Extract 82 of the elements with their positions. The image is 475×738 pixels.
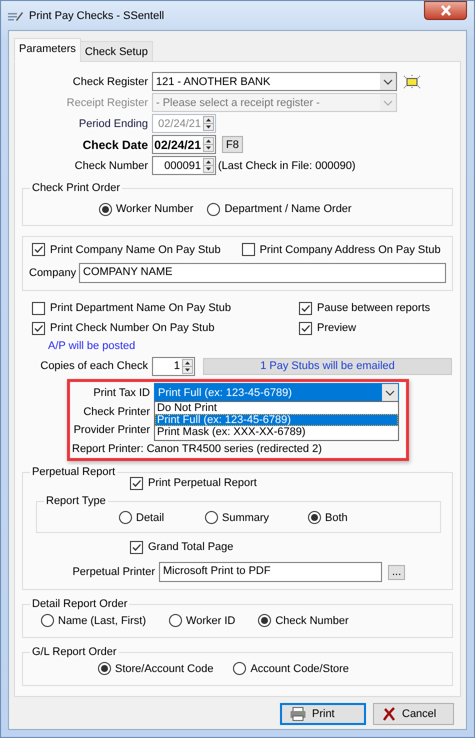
checkbox[interactable]	[32, 243, 45, 256]
spinner-icon[interactable]	[203, 116, 214, 131]
group-title: Detail Report Order	[30, 597, 130, 612]
radio-button[interactable]	[308, 511, 321, 524]
field-label: Perpetual Printer	[71, 566, 155, 578]
radio-label[interactable]: Store/Account Code	[115, 662, 214, 674]
radio-button[interactable]	[99, 202, 112, 216]
radio-label[interactable]: Detail	[136, 512, 164, 524]
field-label: Check Date	[82, 138, 148, 152]
checkbox-label[interactable]: Print Check Number On Pay Stub	[50, 322, 214, 334]
cancel-button[interactable]: Cancel	[373, 703, 454, 725]
tab[interactable]: Check Setup	[80, 41, 153, 62]
dropdown-field[interactable]: Print Full (ex: 123-45-6789)	[154, 383, 399, 402]
checkbox[interactable]	[32, 302, 45, 314]
checkbox-label[interactable]: Print Department Name On Pay Stub	[50, 302, 231, 314]
radio-label[interactable]: Check Number	[275, 614, 349, 626]
dropdown-option[interactable]: Print Full (ex: 123-45-6789)	[155, 414, 398, 426]
field-label: Check Printer	[82, 406, 150, 418]
posting-note: A/P will be posted	[48, 340, 136, 354]
radio-button[interactable]	[169, 614, 182, 627]
checkbox-label[interactable]: Print Company Name On Pay Stub	[50, 244, 221, 256]
field-label: Company	[29, 267, 75, 279]
report-printer-text: Report Printer: Canon TR4500 series (redirected 2)	[72, 443, 323, 457]
field-label: Receipt Register	[66, 96, 148, 108]
shortcut-button[interactable]: F8	[222, 136, 243, 153]
checkbox[interactable]	[299, 302, 312, 314]
radio-label[interactable]: Department / Name Order	[224, 203, 352, 215]
close-button[interactable]	[424, 1, 467, 20]
browse-button[interactable]: ...	[388, 564, 406, 580]
field-label: Check Number	[74, 160, 148, 172]
tab[interactable]: Parameters	[14, 38, 81, 62]
close-icon	[382, 707, 396, 721]
checkbox-label[interactable]: Pause between reports	[317, 302, 430, 314]
company-field[interactable]: COMPANY NAME	[79, 263, 446, 283]
checkbox[interactable]	[32, 322, 45, 334]
field-label: Copies of each Check	[39, 360, 148, 372]
form-pen-icon	[8, 10, 23, 22]
print-button[interactable]: Print	[280, 703, 366, 725]
checkbox[interactable]	[130, 476, 143, 490]
radio-button[interactable]	[207, 202, 220, 216]
field-label: Provider Printer	[72, 424, 150, 436]
radio-button[interactable]	[119, 511, 132, 524]
last-check-note: (Last Check in File: 000090)	[218, 160, 356, 172]
radio-label[interactable]: Name (Last, First)	[58, 614, 146, 626]
printer-icon	[290, 707, 306, 721]
checkbox[interactable]	[299, 322, 312, 334]
radio-label[interactable]: Account Code/Store	[250, 662, 349, 674]
spinner-icon[interactable]	[203, 158, 214, 173]
window-title: Print Pay Checks - SSentell	[29, 10, 164, 22]
group-title: Perpetual Report	[30, 465, 118, 480]
radio-label[interactable]: Summary	[222, 512, 270, 524]
checkbox-label[interactable]: Grand Total Page	[148, 541, 234, 553]
close-icon	[440, 5, 452, 16]
group-title: Report Type	[44, 494, 108, 509]
spinner-icon[interactable]	[203, 137, 214, 152]
dropdown-field[interactable]: 121 - ANOTHER BANK	[152, 72, 397, 91]
field-label: Check Register	[72, 76, 148, 88]
email-status-bar: 1 Pay Stubs will be emailed	[203, 358, 452, 374]
radio-button[interactable]	[233, 662, 246, 675]
spinner-icon[interactable]	[182, 358, 193, 374]
dropdown-option[interactable]: Do Not Print	[155, 402, 398, 414]
radio-button[interactable]	[258, 614, 272, 627]
radio-button[interactable]	[205, 511, 218, 524]
radio-button[interactable]	[41, 614, 54, 627]
radio-button[interactable]	[98, 662, 111, 675]
spin-field[interactable]: 000091	[152, 156, 216, 175]
group-title: G/L Report Order	[30, 645, 119, 660]
printer-field[interactable]: Microsoft Print to PDF	[159, 562, 382, 582]
checkbox[interactable]	[242, 243, 255, 256]
spin-field[interactable]: 02/24/21	[152, 135, 216, 154]
field-label: Period Ending	[78, 118, 148, 130]
dropdown-option[interactable]: Print Mask (ex: XXX-XX-6789)	[155, 426, 398, 438]
radio-label[interactable]: Both	[325, 512, 348, 524]
checkbox[interactable]	[130, 540, 143, 554]
field-label: Print Tax ID	[92, 386, 150, 398]
square-burst-icon[interactable]	[404, 74, 420, 88]
checkbox-label[interactable]: Print Company Address On Pay Stub	[260, 244, 441, 256]
spin-field[interactable]: 1	[152, 356, 195, 376]
checkbox-label[interactable]: Print Perpetual Report	[148, 477, 257, 489]
radio-label[interactable]: Worker ID	[186, 614, 236, 626]
radio-label[interactable]: Worker Number	[116, 203, 194, 215]
checkbox-label[interactable]: Preview	[317, 322, 356, 334]
